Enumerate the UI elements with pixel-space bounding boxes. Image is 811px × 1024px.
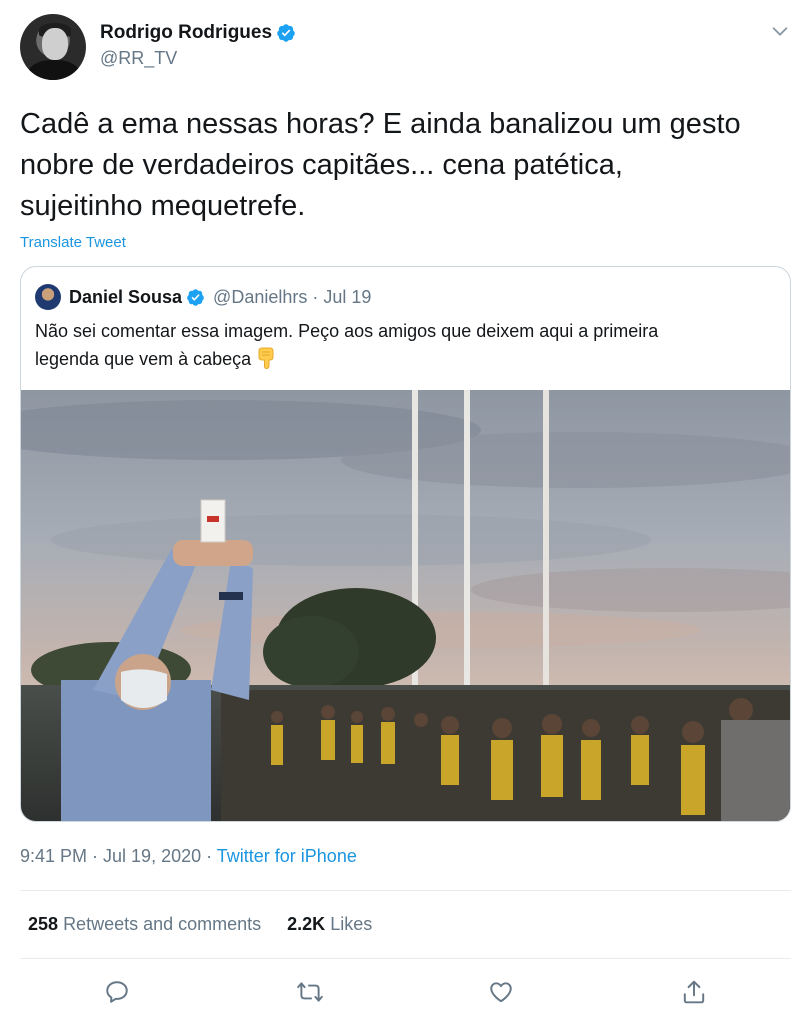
like-button[interactable] <box>481 972 521 1012</box>
tweet-detail: Rodrigo Rodrigues @RR_TV Cadê a ema ness… <box>0 0 811 1024</box>
quoted-tweet-text: Não sei comentar essa imagem. Peço aos a… <box>35 317 775 373</box>
author-info[interactable]: Rodrigo Rodrigues @RR_TV <box>100 22 296 69</box>
tweet-stats: 258 Retweets and comments 2.2K Likes <box>28 914 398 935</box>
chevron-down-icon[interactable] <box>769 20 791 42</box>
quoted-text-line: legenda que vem à cabeça <box>35 349 252 369</box>
quoted-tweet-header: Daniel Sousa @Danielhrs · Jul 19 <box>35 283 371 311</box>
quoted-tweet-photo[interactable] <box>21 390 791 822</box>
verified-badge-icon <box>187 288 204 306</box>
likes-stat[interactable]: 2.2K Likes <box>287 914 372 935</box>
likes-label: Likes <box>330 914 373 934</box>
retweet-icon <box>297 982 323 1002</box>
tweet-text: Cadê a ema nessas horas? E ainda banaliz… <box>20 104 791 227</box>
heart-icon <box>490 982 512 1003</box>
divider <box>20 958 791 959</box>
tweet-timestamp-row: 9:41 PM · Jul 19, 2020 · Twitter for iPh… <box>20 846 357 867</box>
tweet-text-line: Cadê a ema nessas horas? E ainda banaliz… <box>20 108 741 140</box>
reply-button[interactable] <box>97 972 137 1012</box>
tweet-text-line: nobre de verdadeiros capitães... cena pa… <box>20 149 623 181</box>
author-handle[interactable]: @RR_TV <box>100 48 296 69</box>
tweet-actions <box>0 972 811 1012</box>
quoted-handle-date: @Danielhrs · Jul 19 <box>213 286 372 307</box>
verified-badge-icon <box>277 24 295 42</box>
author-avatar[interactable] <box>20 14 86 80</box>
likes-count: 2.2K <box>287 914 326 934</box>
retweets-label: Retweets and comments <box>63 914 262 934</box>
quoted-author-avatar <box>35 284 61 310</box>
divider <box>20 890 791 891</box>
pointing-down-emoji-icon <box>258 347 274 369</box>
translate-tweet-link[interactable]: Translate Tweet <box>20 234 126 251</box>
quoted-text-line-2: legenda que vem à cabeça <box>35 345 775 373</box>
share-button[interactable] <box>674 972 714 1012</box>
tweet-timestamp[interactable]: 9:41 PM · Jul 19, 2020 · <box>20 846 217 866</box>
retweet-button[interactable] <box>290 972 330 1012</box>
quoted-tweet[interactable]: Daniel Sousa @Danielhrs · Jul 19 Não sei… <box>20 266 791 822</box>
tweet-source-link[interactable]: Twitter for iPhone <box>217 846 357 866</box>
quoted-text-line: Não sei comentar essa imagem. Peço aos a… <box>35 321 659 341</box>
tweet-text-line: sujeitinho mequetrefe. <box>20 190 306 222</box>
retweets-count: 258 <box>28 914 59 934</box>
reply-icon <box>106 981 128 1003</box>
quoted-author-name: Daniel Sousa <box>69 286 183 307</box>
tweet-header: Rodrigo Rodrigues @RR_TV <box>20 14 791 80</box>
retweets-stat[interactable]: 258 Retweets and comments <box>28 914 261 935</box>
share-icon <box>683 980 705 1004</box>
author-display-name[interactable]: Rodrigo Rodrigues <box>100 22 272 44</box>
